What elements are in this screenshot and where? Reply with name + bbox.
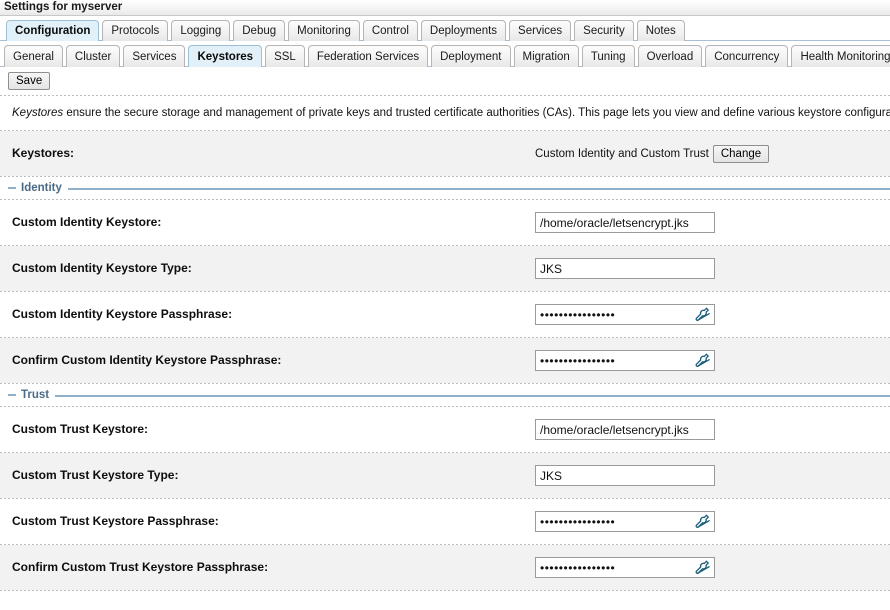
identity-field-1 — [535, 258, 715, 279]
identity-section-label: Identity — [21, 182, 62, 194]
tab-notes[interactable]: Notes — [637, 20, 685, 41]
keystores-row: Keystores: Custom Identity and Custom Tr… — [0, 131, 890, 176]
form-row: Custom Trust Keystore: — [0, 407, 890, 452]
form-toolbar: Save — [0, 67, 890, 95]
identity-passphrase-input-3[interactable] — [535, 350, 715, 371]
trust-section-rule — [8, 395, 890, 397]
identity-section-caption: Identity — [8, 182, 68, 194]
tab-logging[interactable]: Logging — [171, 20, 230, 41]
row-divider — [0, 590, 890, 591]
subtab-health-monitoring[interactable]: Health Monitoring — [791, 45, 890, 67]
secondary-tab-bar: GeneralClusterServicesKeystoresSSLFedera… — [0, 41, 890, 67]
identity-text-input-0[interactable] — [535, 212, 715, 233]
window-title-bar: Settings for myserver — [0, 0, 890, 16]
form-row: Custom Identity Keystore: — [0, 200, 890, 245]
identity-field-3 — [535, 350, 715, 371]
subtab-ssl[interactable]: SSL — [265, 45, 305, 67]
tab-services[interactable]: Services — [509, 20, 571, 41]
primary-tab-bar: ConfigurationProtocolsLoggingDebugMonito… — [0, 16, 890, 41]
identity-field-2 — [535, 304, 715, 325]
page-title: Settings for myserver — [4, 2, 122, 13]
trust-label-0: Custom Trust Keystore: — [12, 423, 148, 436]
identity-label-0: Custom Identity Keystore: — [12, 216, 161, 229]
trust-passphrase-wrap-3 — [535, 557, 715, 578]
change-keystores-button[interactable]: Change — [713, 145, 769, 163]
identity-section-header: Identity — [0, 177, 890, 199]
identity-field-list: Custom Identity Keystore: Custom Identity… — [0, 200, 890, 384]
subtab-migration[interactable]: Migration — [514, 45, 579, 67]
keystores-value: Custom Identity and Custom Trust — [535, 148, 709, 160]
trust-text-input-1[interactable] — [535, 465, 715, 486]
keystores-label: Keystores: — [12, 147, 74, 160]
tab-security[interactable]: Security — [574, 20, 634, 41]
subtab-overload[interactable]: Overload — [638, 45, 703, 67]
form-row: Confirm Custom Trust Keystore Passphrase… — [0, 545, 890, 590]
subtab-general[interactable]: General — [4, 45, 63, 67]
subtab-concurrency[interactable]: Concurrency — [705, 45, 788, 67]
page-description: Keystores ensure the secure storage and … — [0, 96, 890, 130]
identity-passphrase-wrap-2 — [535, 304, 715, 325]
tab-protocols[interactable]: Protocols — [102, 20, 168, 41]
trust-passphrase-input-2[interactable] — [535, 511, 715, 532]
trust-label-3: Confirm Custom Trust Keystore Passphrase… — [12, 561, 268, 574]
trust-passphrase-wrap-2 — [535, 511, 715, 532]
tab-control[interactable]: Control — [363, 20, 418, 41]
subtab-federation-services[interactable]: Federation Services — [308, 45, 428, 67]
keystores-value-group: Custom Identity and Custom Trust Change — [535, 145, 769, 163]
tab-configuration[interactable]: Configuration — [6, 20, 99, 41]
trust-field-0 — [535, 419, 715, 440]
wrench-icon[interactable] — [695, 307, 711, 323]
tab-deployments[interactable]: Deployments — [421, 20, 506, 41]
trust-section-header: Trust — [0, 384, 890, 406]
form-row: Custom Identity Keystore Passphrase: — [0, 292, 890, 337]
subtab-keystores[interactable]: Keystores — [188, 45, 262, 67]
wrench-icon[interactable] — [695, 560, 711, 576]
trust-section-caption: Trust — [8, 389, 55, 401]
trust-text-input-0[interactable] — [535, 419, 715, 440]
description-rest: ensure the secure storage and management… — [63, 107, 890, 119]
trust-field-1 — [535, 465, 715, 486]
form-row: Confirm Custom Identity Keystore Passphr… — [0, 338, 890, 383]
form-row: Custom Trust Keystore Passphrase: — [0, 499, 890, 544]
description-lead: Keystores — [12, 107, 63, 119]
identity-label-2: Custom Identity Keystore Passphrase: — [12, 308, 232, 321]
identity-passphrase-wrap-3 — [535, 350, 715, 371]
form-row: Custom Identity Keystore Type: — [0, 246, 890, 291]
trust-label-1: Custom Trust Keystore Type: — [12, 469, 178, 482]
wrench-icon[interactable] — [695, 353, 711, 369]
identity-text-input-1[interactable] — [535, 258, 715, 279]
identity-passphrase-input-2[interactable] — [535, 304, 715, 325]
identity-field-0 — [535, 212, 715, 233]
trust-field-list: Custom Trust Keystore: Custom Trust Keyst… — [0, 407, 890, 591]
trust-section-label: Trust — [21, 389, 49, 401]
trust-field-2 — [535, 511, 715, 532]
tab-debug[interactable]: Debug — [233, 20, 285, 41]
subtab-services[interactable]: Services — [123, 45, 185, 67]
save-button[interactable]: Save — [8, 72, 50, 90]
identity-label-1: Custom Identity Keystore Type: — [12, 262, 192, 275]
trust-passphrase-input-3[interactable] — [535, 557, 715, 578]
section-dash-icon — [8, 394, 16, 396]
section-dash-icon — [8, 187, 16, 189]
subtab-cluster[interactable]: Cluster — [66, 45, 120, 67]
trust-label-2: Custom Trust Keystore Passphrase: — [12, 515, 219, 528]
subtab-tuning[interactable]: Tuning — [582, 45, 635, 67]
wrench-icon[interactable] — [695, 514, 711, 530]
form-row: Custom Trust Keystore Type: — [0, 453, 890, 498]
identity-section-rule — [8, 188, 890, 190]
identity-label-3: Confirm Custom Identity Keystore Passphr… — [12, 354, 281, 367]
trust-field-3 — [535, 557, 715, 578]
subtab-deployment[interactable]: Deployment — [431, 45, 510, 67]
tab-monitoring[interactable]: Monitoring — [288, 20, 360, 41]
